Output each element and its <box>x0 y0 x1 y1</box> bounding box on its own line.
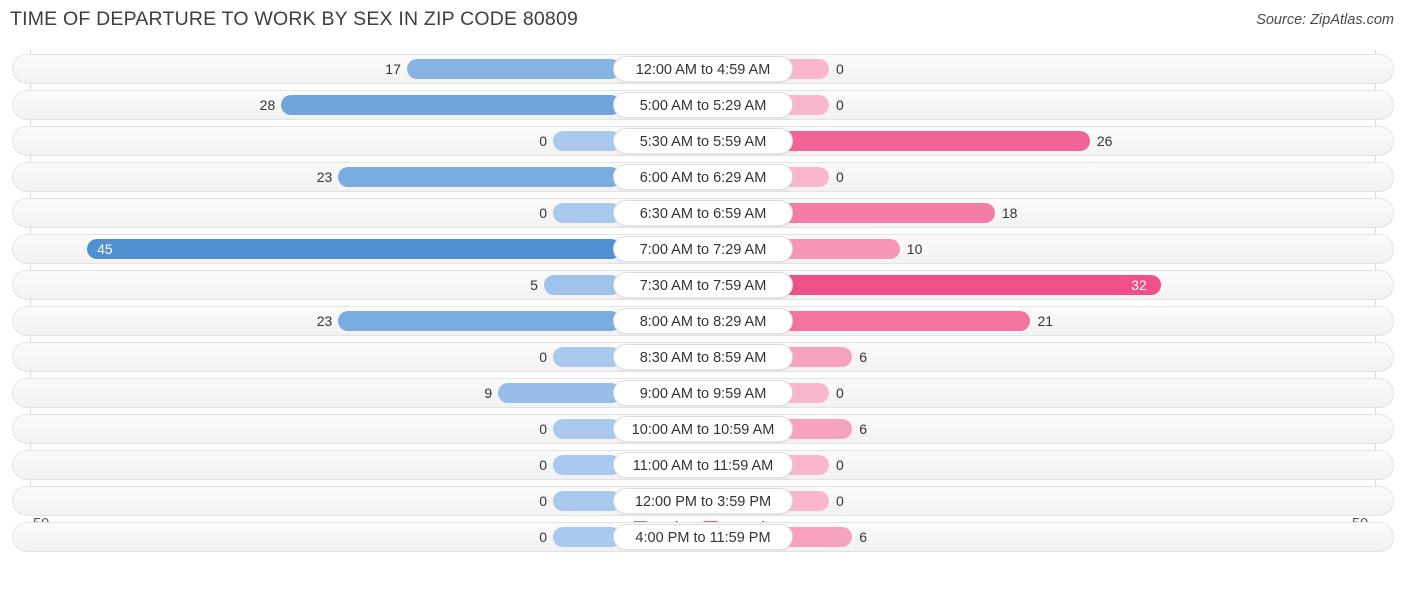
bar-value-female: 0 <box>836 169 844 185</box>
bar-male[interactable] <box>553 347 621 367</box>
chart-row: 9 0 9:00 AM to 9:59 AM <box>12 378 1394 408</box>
chart-row: 0 26 5:30 AM to 5:59 AM <box>12 126 1394 156</box>
chart-row: 23 0 6:00 AM to 6:29 AM <box>12 162 1394 192</box>
chart-row: 45 10 7:00 AM to 7:29 AM <box>12 234 1394 264</box>
category-label: 11:00 AM to 11:59 AM <box>613 452 793 478</box>
bar-value-male: 0 <box>539 349 547 365</box>
category-label: 8:00 AM to 8:29 AM <box>613 308 793 334</box>
category-label: 6:00 AM to 6:29 AM <box>613 164 793 190</box>
bar-value-female: 6 <box>859 529 868 545</box>
bar-value-male: 0 <box>539 529 547 545</box>
bar-male[interactable] <box>87 239 621 259</box>
category-label: 8:30 AM to 8:59 AM <box>613 344 793 370</box>
bar-value-male: 45 <box>97 241 113 257</box>
bar-value-male: 23 <box>316 169 333 185</box>
source-attribution: Source: ZipAtlas.com <box>1256 12 1394 28</box>
chart-row: 0 18 6:30 AM to 6:59 AM <box>12 198 1394 228</box>
bar-value-female: 0 <box>836 61 844 77</box>
bar-female[interactable] <box>761 131 1090 151</box>
bar-male[interactable] <box>553 455 621 475</box>
bar-male[interactable] <box>338 311 621 331</box>
category-label: 12:00 PM to 3:59 PM <box>613 488 793 514</box>
bar-value-female: 6 <box>859 421 868 437</box>
chart-row: 23 21 8:00 AM to 8:29 AM <box>12 306 1394 336</box>
chart-row: 0 0 12:00 PM to 3:59 PM <box>12 486 1394 516</box>
chart-row: 0 6 10:00 AM to 10:59 AM <box>12 414 1394 444</box>
diverging-bar-chart: 50 50 Male Female 17012:00 AM to 4:59 AM… <box>0 50 1406 552</box>
bar-female[interactable] <box>761 275 1162 295</box>
bar-value-female: 26 <box>1096 133 1113 149</box>
bar-value-male: 0 <box>539 133 547 149</box>
bar-male[interactable] <box>553 203 621 223</box>
bar-value-female: 18 <box>1001 205 1018 221</box>
chart-row: 0 0 11:00 AM to 11:59 AM <box>12 450 1394 480</box>
chart-row: 5 32 7:30 AM to 7:59 AM <box>12 270 1394 300</box>
chart-row: 17 0 12:00 AM to 4:59 AM <box>12 54 1394 84</box>
chart-row: 0 6 4:00 PM to 11:59 PM <box>12 522 1394 552</box>
bar-male[interactable] <box>553 419 621 439</box>
bar-value-male: 5 <box>530 277 538 293</box>
bar-value-female: 32 <box>1131 277 1147 293</box>
bar-value-female: 0 <box>836 385 844 401</box>
category-label: 9:00 AM to 9:59 AM <box>613 380 793 406</box>
category-label: 10:00 AM to 10:59 AM <box>613 416 793 442</box>
bar-value-female: 0 <box>836 97 844 113</box>
category-label: 6:30 AM to 6:59 AM <box>613 200 793 226</box>
bar-value-male: 28 <box>259 97 276 113</box>
bar-value-male: 0 <box>539 421 547 437</box>
category-label: 5:30 AM to 5:59 AM <box>613 128 793 154</box>
category-label: 12:00 AM to 4:59 AM <box>613 56 793 82</box>
category-label: 7:00 AM to 7:29 AM <box>613 236 793 262</box>
bar-female[interactable] <box>761 203 995 223</box>
bar-value-male: 17 <box>385 61 401 77</box>
bar-female[interactable] <box>761 311 1031 331</box>
bar-value-male: 0 <box>539 493 547 509</box>
bar-male[interactable] <box>553 491 621 511</box>
bar-value-male: 0 <box>539 205 547 221</box>
bar-male[interactable] <box>406 59 621 79</box>
category-label: 7:30 AM to 7:59 AM <box>613 272 793 298</box>
bar-value-female: 10 <box>906 241 923 257</box>
bar-male[interactable] <box>553 527 621 547</box>
bar-value-male: 0 <box>539 457 547 473</box>
bar-male[interactable] <box>553 131 621 151</box>
bar-value-male: 23 <box>316 313 333 329</box>
bar-value-female: 21 <box>1037 313 1054 329</box>
bar-value-female: 0 <box>836 493 844 509</box>
category-label: 4:00 PM to 11:59 PM <box>613 524 793 550</box>
bar-value-male: 9 <box>484 385 493 401</box>
bar-male[interactable] <box>543 275 621 295</box>
chart-row: 0 6 8:30 AM to 8:59 AM <box>12 342 1394 372</box>
bar-male[interactable] <box>281 95 621 115</box>
category-label: 5:00 AM to 5:29 AM <box>613 92 793 118</box>
bar-male[interactable] <box>338 167 621 187</box>
bar-value-female: 6 <box>859 349 868 365</box>
chart-row: 28 0 5:00 AM to 5:29 AM <box>12 90 1394 120</box>
bar-value-female: 0 <box>836 457 844 473</box>
page-title: TIME OF DEPARTURE TO WORK BY SEX IN ZIP … <box>10 8 579 30</box>
bar-male[interactable] <box>498 383 621 403</box>
